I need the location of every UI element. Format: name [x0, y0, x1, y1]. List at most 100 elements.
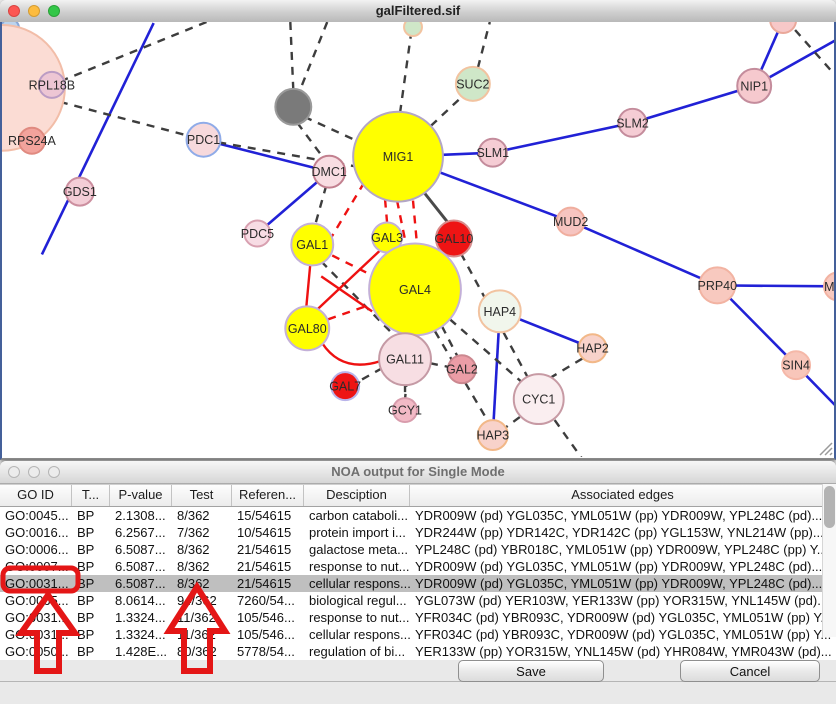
node-label-GAL80: GAL80 — [288, 322, 327, 336]
network-edge — [42, 23, 154, 254]
node-label-HAP2: HAP2 — [576, 342, 609, 356]
table-row[interactable]: GO:0031...BP1.3324...11/362105/546...cel… — [0, 626, 836, 643]
node-label-SLM2: SLM2 — [616, 116, 649, 130]
table-cell: 1.3324... — [110, 626, 172, 643]
network-edge — [306, 264, 310, 307]
network-edge — [632, 86, 754, 123]
table-cell: 15/54615 — [232, 507, 304, 524]
network-edge — [299, 22, 327, 92]
node-label-GDS1: GDS1 — [63, 185, 97, 199]
table-cell: BP — [72, 609, 110, 626]
screen: galFiltered.sif RPL18BRPS24AGDS1PDC1DMC1… — [0, 0, 836, 704]
resize-grip-icon[interactable] — [820, 443, 832, 455]
table-cell: 6.5087... — [110, 558, 172, 575]
table-cell: GO:0031... — [0, 609, 72, 626]
table-cell: response to nut... — [304, 558, 410, 575]
network-edge — [571, 222, 718, 286]
table-cell: YFR034C (pd) YBR093C, YDR009W (pd) YGL03… — [410, 626, 836, 643]
table-cell: carbon cataboli... — [304, 507, 410, 524]
cancel-button[interactable]: Cancel — [680, 660, 820, 682]
table-row[interactable]: GO:0031...BP6.5087...8/36221/54615cellul… — [0, 575, 836, 592]
table-cell: cellular respons... — [304, 626, 410, 643]
table-cell: 8/362 — [172, 541, 232, 558]
table-cell: cellular respons... — [304, 575, 410, 592]
column-header-referen[interactable]: Referen... — [232, 485, 304, 506]
table-cell: GO:0006... — [0, 541, 72, 558]
vertical-scrollbar[interactable] — [822, 484, 836, 637]
table-row[interactable]: GO:0031...BP1.3324...11/362105/546...res… — [0, 609, 836, 626]
table-cell: 7/362 — [172, 524, 232, 541]
column-header-desciption[interactable]: Desciption — [304, 485, 410, 506]
table-row[interactable]: GO:0006...BP6.5087...8/36221/54615galact… — [0, 541, 836, 558]
table-cell: BP — [72, 524, 110, 541]
node-label-GCY1: GCY1 — [388, 404, 422, 418]
column-header-test[interactable]: Test — [172, 485, 232, 506]
column-header-t[interactable]: T... — [72, 485, 110, 506]
noa-window: NOA output for Single Mode GO IDT...P-va… — [0, 461, 836, 704]
network-window: galFiltered.sif RPL18BRPS24AGDS1PDC1DMC1… — [0, 0, 836, 460]
table-cell: YDR244W (pp) YDR142C, YDR142C (pp) YGL15… — [410, 524, 836, 541]
table-cell: 6.5087... — [110, 541, 172, 558]
noa-window-title: NOA output for Single Mode — [0, 464, 836, 479]
node-green-top[interactable] — [404, 22, 422, 36]
table-cell: 5778/54... — [232, 643, 304, 660]
network-edge — [322, 343, 380, 364]
noa-titlebar[interactable]: NOA output for Single Mode — [0, 461, 836, 484]
table-cell: galactose meta... — [304, 541, 410, 558]
table-cell: 94/362 — [172, 592, 232, 609]
table-cell: 6.5087... — [110, 575, 172, 592]
network-canvas[interactable]: RPL18BRPS24AGDS1PDC1DMC1MIG1SUC2SLM1SLM2… — [0, 22, 836, 460]
table-cell: YDR009W (pd) YGL035C, YML051W (pp) YDR00… — [410, 575, 836, 592]
node-gray-node[interactable] — [275, 89, 311, 125]
node-label-PDC1: PDC1 — [187, 133, 220, 147]
node-label-GAL4: GAL4 — [399, 283, 431, 297]
network-edge — [297, 123, 323, 158]
network-edge — [290, 22, 293, 90]
node-label-DMC1: DMC1 — [312, 165, 347, 179]
table-cell: 1.428E... — [110, 643, 172, 660]
network-edge — [332, 255, 372, 275]
node-pink-topright[interactable] — [770, 22, 796, 33]
table-cell: 105/546... — [232, 609, 304, 626]
network-edge — [431, 96, 463, 126]
table-cell: YER133W (pp) YOR315W, YNL145W (pd) YHR08… — [410, 643, 836, 660]
save-button[interactable]: Save — [458, 660, 604, 682]
table-cell: 1.3324... — [110, 609, 172, 626]
table-row[interactable]: GO:0007...BP6.5087...8/36221/54615respon… — [0, 558, 836, 575]
go-term-table: GO IDT...P-valueTestReferen...Desciption… — [0, 484, 836, 660]
table-cell: YFR034C (pd) YBR093C, YDR009W (pd) YGL03… — [410, 609, 836, 626]
table-cell: YDR009W (pd) YGL035C, YML051W (pp) YDR00… — [410, 507, 836, 524]
table-row[interactable]: GO:0065...BP8.0614...94/3627260/54...bio… — [0, 592, 836, 609]
network-edge — [550, 357, 585, 378]
scrollbar-thumb[interactable] — [824, 486, 835, 528]
table-row[interactable]: GO:0050...BP1.428E...80/3625778/54...reg… — [0, 643, 836, 660]
network-edge — [493, 123, 633, 153]
network-edge — [413, 201, 417, 245]
column-header-associated-edges[interactable]: Associated edges — [410, 485, 836, 506]
node-label-SUC2: SUC2 — [456, 77, 489, 91]
table-cell: GO:0031... — [0, 626, 72, 643]
network-edge — [385, 200, 387, 223]
table-cell: YDR009W (pd) YGL035C, YML051W (pp) YDR00… — [410, 558, 836, 575]
node-label-GAL1: GAL1 — [296, 238, 328, 252]
table-cell: 2.1308... — [110, 507, 172, 524]
network-edge — [60, 102, 204, 140]
node-label-GAL10: GAL10 — [434, 232, 473, 246]
network-window-title: galFiltered.sif — [0, 3, 836, 18]
node-label-RPS24A: RPS24A — [8, 134, 57, 148]
table-header-row: GO IDT...P-valueTestReferen...Desciption… — [0, 484, 836, 507]
table-row[interactable]: GO:0045...BP2.1308...8/36215/54615carbon… — [0, 507, 836, 524]
table-cell: 80/362 — [172, 643, 232, 660]
table-cell: 8/362 — [172, 575, 232, 592]
column-header-go-id[interactable]: GO ID — [0, 485, 72, 506]
table-row[interactable]: GO:0016...BP6.2567...7/36210/54615protei… — [0, 524, 836, 541]
table-cell: regulation of bi... — [304, 643, 410, 660]
node-label-HAP3: HAP3 — [477, 429, 510, 443]
network-titlebar[interactable]: galFiltered.sif — [0, 0, 836, 23]
column-header-p-value[interactable]: P-value — [110, 485, 172, 506]
node-label-GAL7: GAL7 — [329, 380, 361, 394]
table-cell: protein import i... — [304, 524, 410, 541]
table-cell: 10/54615 — [232, 524, 304, 541]
table-cell: BP — [72, 592, 110, 609]
table-cell: 11/362 — [172, 609, 232, 626]
